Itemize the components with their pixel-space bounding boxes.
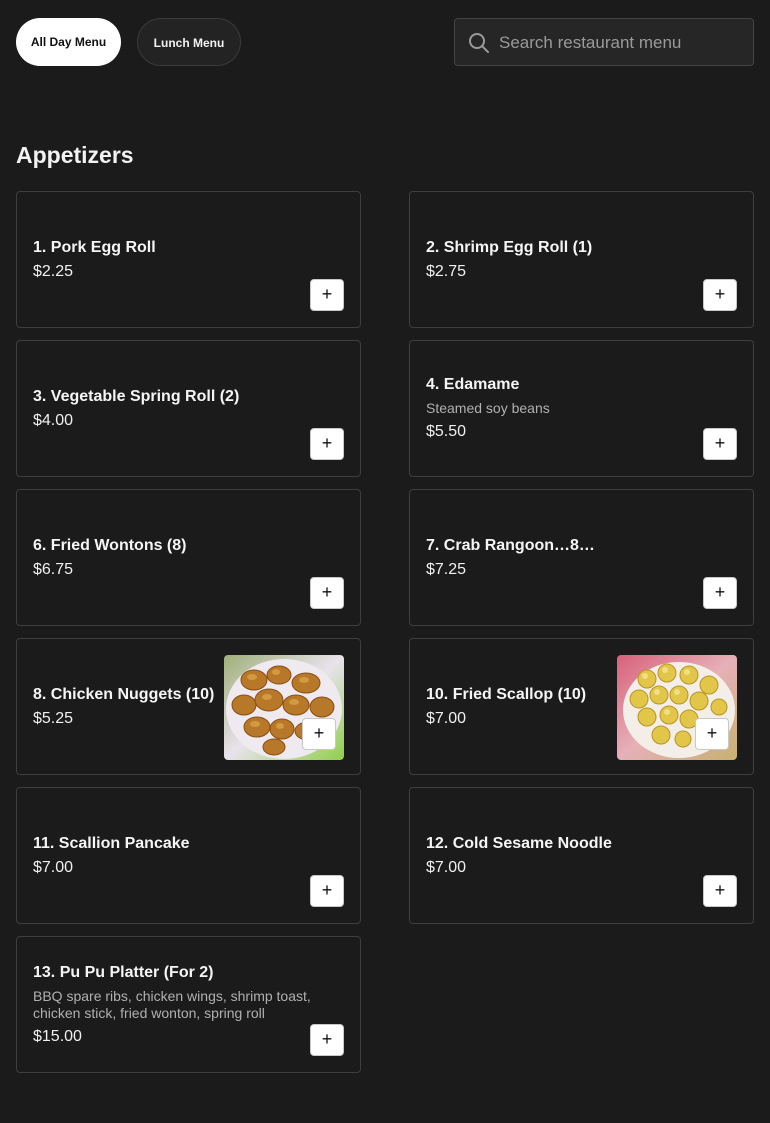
menu-item-card[interactable]: 6. Fried Wontons (8) $6.75 + <box>16 489 361 626</box>
item-description: Steamed soy beans <box>426 400 550 416</box>
menu-item-card[interactable]: 2. Shrimp Egg Roll (1) $2.75 + <box>409 191 754 328</box>
tab-lunch-menu[interactable]: Lunch Menu <box>137 18 241 66</box>
menu-item-card[interactable]: 4. Edamame Steamed soy beans $5.50 + <box>409 340 754 477</box>
item-name: 13. Pu Pu Platter (For 2) <box>33 963 214 981</box>
add-item-button[interactable]: + <box>310 279 344 311</box>
item-price: $7.25 <box>426 560 467 578</box>
item-name: 1. Pork Egg Roll <box>33 238 156 256</box>
menu-item-card[interactable]: 7. Crab Rangoon…8… $7.25 + <box>409 489 754 626</box>
menu-item-card[interactable]: 8. Chicken Nuggets (10) $5.25 + <box>16 638 361 775</box>
item-name: 4. Edamame <box>426 376 520 393</box>
add-item-button[interactable]: + <box>695 718 729 750</box>
menu-item-card[interactable]: 11. Scallion Pancake $7.00 + <box>16 787 361 924</box>
add-item-button[interactable]: + <box>302 718 336 750</box>
menu-item-card[interactable]: 3. Vegetable Spring Roll (2) $4.00 + <box>16 340 361 477</box>
item-name: 6. Fried Wontons (8) <box>33 536 187 554</box>
item-name: 11. Scallion Pancake <box>33 834 190 852</box>
add-item-button[interactable]: + <box>310 875 344 907</box>
add-item-button[interactable]: + <box>310 1024 344 1056</box>
item-price: $15.00 <box>33 1027 82 1045</box>
item-name: 2. Shrimp Egg Roll (1) <box>426 238 593 256</box>
item-price: $7.00 <box>33 858 74 876</box>
item-name: 10. Fried Scallop (10) <box>426 685 587 703</box>
tab-all-day-menu[interactable]: All Day Menu <box>16 18 121 66</box>
menu-item-card[interactable]: 13. Pu Pu Platter (For 2) BBQ spare ribs… <box>16 936 361 1073</box>
item-price: $5.50 <box>426 423 467 440</box>
item-name: 12. Cold Sesame Noodle <box>426 834 612 852</box>
item-price: $4.00 <box>33 411 74 429</box>
item-price: $7.00 <box>426 858 467 876</box>
item-price: $2.25 <box>33 262 74 280</box>
item-description: BBQ spare ribs, chicken wings, shrimp to… <box>33 987 311 1021</box>
menu-item-card[interactable]: 1. Pork Egg Roll $2.25 + <box>16 191 361 328</box>
item-price: $7.00 <box>426 709 467 727</box>
section-title: Appetizers <box>16 142 134 168</box>
add-item-button[interactable]: + <box>703 875 737 907</box>
search-input[interactable] <box>497 19 741 67</box>
add-item-button[interactable]: + <box>703 428 737 460</box>
add-item-button[interactable]: + <box>310 577 344 609</box>
add-item-button[interactable]: + <box>703 279 737 311</box>
menu-item-card[interactable]: 10. Fried Scallop (10) $7.00 + <box>409 638 754 775</box>
item-price: $6.75 <box>33 560 74 578</box>
item-price: $2.75 <box>426 262 467 280</box>
item-name: 3. Vegetable Spring Roll (2) <box>33 387 240 405</box>
search-box[interactable] <box>454 18 754 67</box>
search-icon <box>469 33 489 53</box>
add-item-button[interactable]: + <box>703 577 737 609</box>
menu-toolbar: All Day Menu Lunch Menu <box>16 18 754 67</box>
item-name: 8. Chicken Nuggets (10) <box>33 685 215 703</box>
item-name: 7. Crab Rangoon…8… <box>426 536 595 554</box>
add-item-button[interactable]: + <box>310 428 344 460</box>
item-price: $5.25 <box>33 709 74 727</box>
menu-item-card[interactable]: 12. Cold Sesame Noodle $7.00 + <box>409 787 754 924</box>
